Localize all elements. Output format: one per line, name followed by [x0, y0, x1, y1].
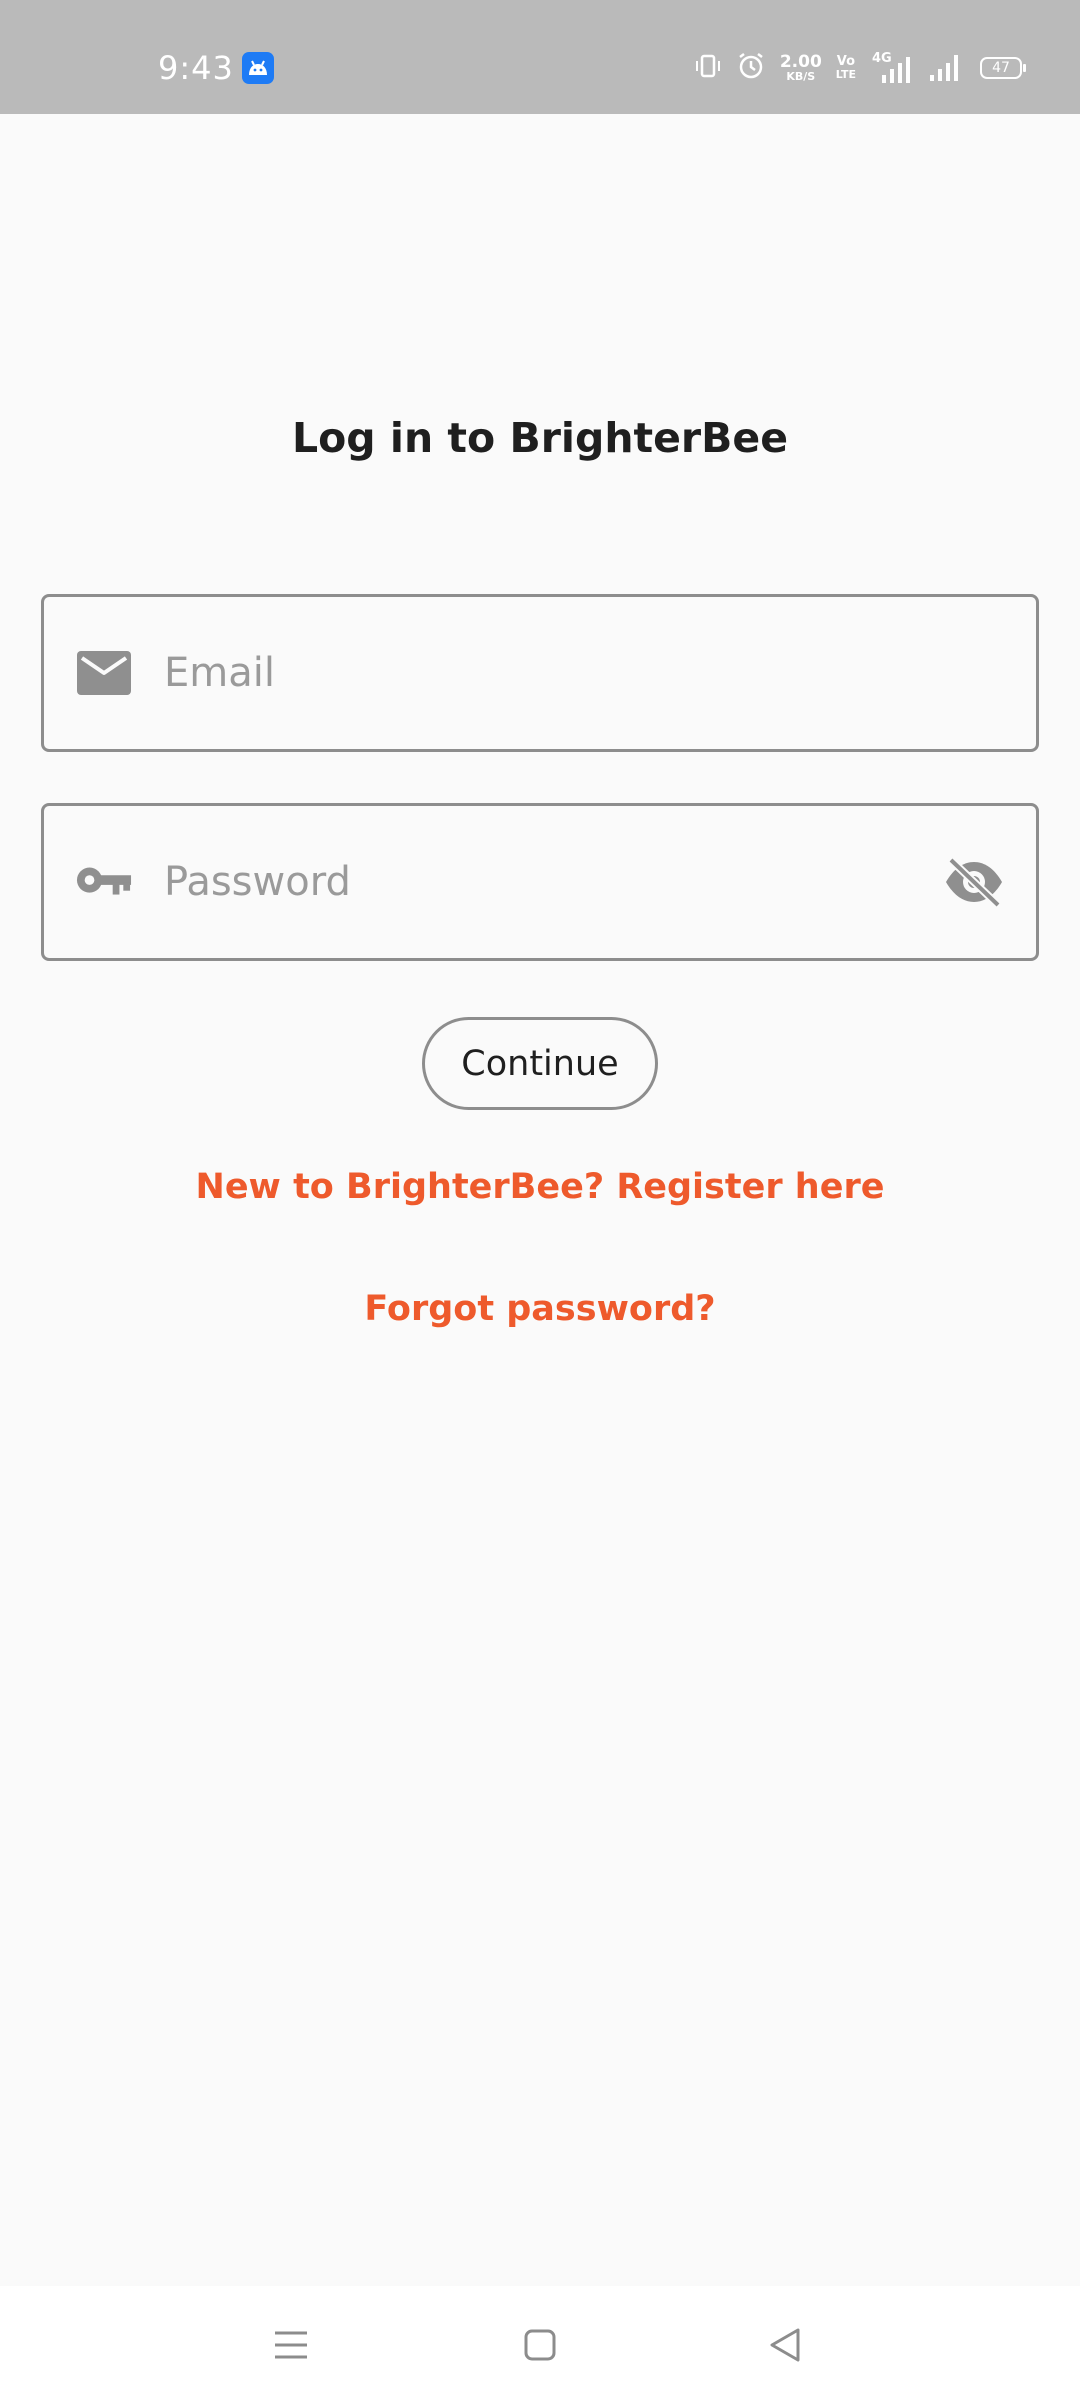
home-icon[interactable] — [505, 2310, 575, 2380]
signal-icon — [928, 49, 966, 88]
forgot-password-link[interactable]: Forgot password? — [0, 1284, 1080, 1334]
password-input[interactable] — [164, 806, 926, 958]
android-icon — [242, 52, 274, 84]
data-speed: 2.00 KB/S — [779, 51, 822, 83]
key-icon — [76, 854, 132, 910]
status-icons: 2.00 KB/S Vo LTE 4G 47 — [694, 48, 1026, 88]
password-field[interactable] — [41, 803, 1039, 961]
status-bar: 9:43 2.00 KB/S Vo LTE 4G 47 — [0, 0, 1080, 114]
email-input[interactable] — [164, 597, 926, 749]
volte-top: Vo — [836, 54, 856, 69]
menu-icon[interactable] — [256, 2310, 326, 2380]
email-field[interactable] — [41, 594, 1039, 752]
vibrate-icon — [694, 52, 722, 85]
data-speed-unit: KB/S — [786, 69, 816, 83]
navigation-bar — [0, 2286, 1080, 2400]
volte-indicator: Vo LTE — [836, 55, 856, 81]
status-time: 9:43 — [158, 49, 234, 87]
continue-button[interactable]: Continue — [422, 1017, 658, 1110]
data-speed-value: 2.00 — [779, 51, 822, 72]
volte-bottom: LTE — [835, 68, 856, 81]
alarm-icon — [736, 51, 766, 86]
page-title: Log in to BrighterBee — [291, 414, 789, 462]
visibility-off-icon[interactable] — [942, 850, 1006, 914]
battery-indicator: 47 — [980, 57, 1026, 79]
mail-icon — [76, 645, 132, 701]
register-link[interactable]: New to BrighterBee? Register here — [0, 1162, 1080, 1212]
back-icon[interactable] — [750, 2310, 820, 2380]
signal-4g-icon: 4G — [870, 51, 914, 85]
